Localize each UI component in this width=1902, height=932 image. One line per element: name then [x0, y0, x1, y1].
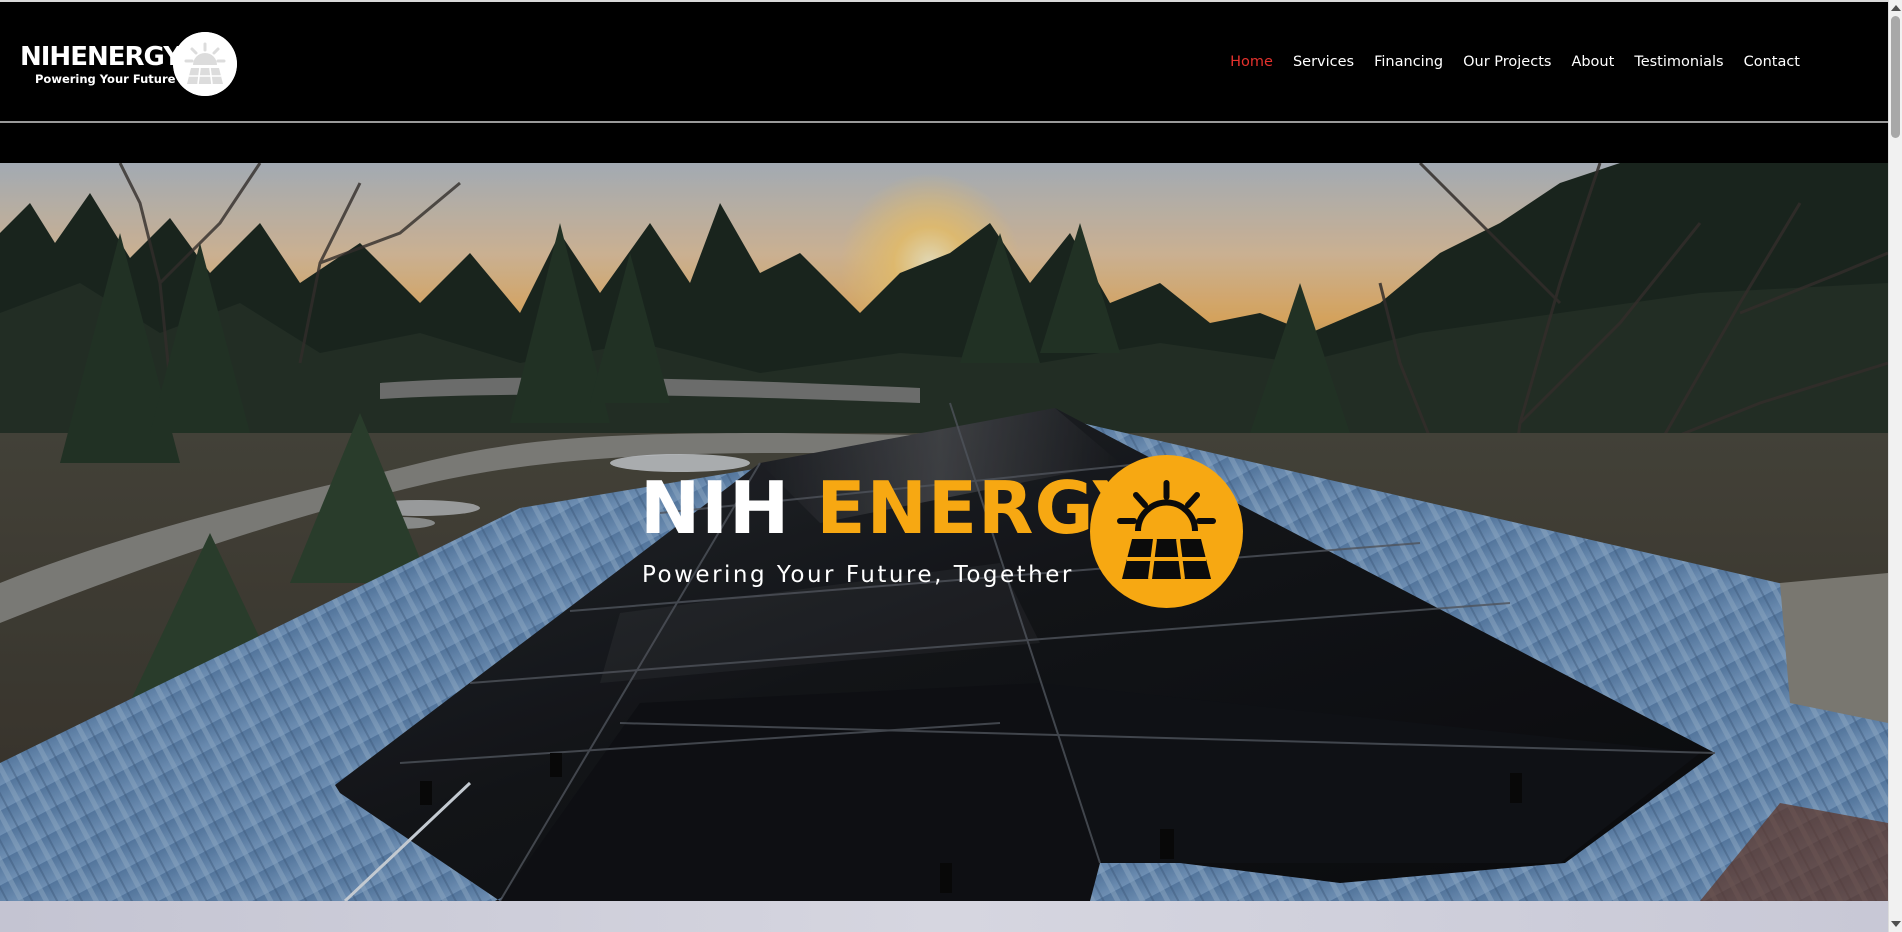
nav-item-about[interactable]: About — [1571, 52, 1614, 72]
page: NIHENERGY Powering Your Future Home Serv… — [0, 0, 1902, 932]
header-divider — [0, 121, 1888, 123]
nav-item-services[interactable]: Services — [1293, 52, 1354, 72]
nav-item-our-projects[interactable]: Our Projects — [1463, 52, 1551, 72]
logo-wordmark: NIHENERGY — [20, 42, 182, 72]
nav-item-home[interactable]: Home — [1230, 52, 1273, 72]
nav-item-contact[interactable]: Contact — [1744, 52, 1800, 72]
nav-item-testimonials[interactable]: Testimonials — [1634, 52, 1723, 72]
hero-subtitle: Powering Your Future, Together — [642, 562, 1074, 588]
sun-solar-panel-icon — [173, 32, 237, 96]
site-header: NIHENERGY Powering Your Future Home Serv… — [0, 2, 1888, 122]
sun-solar-panel-icon — [1090, 455, 1243, 608]
hero-title: NIH ENERGY — [640, 468, 1146, 548]
nav-item-financing[interactable]: Financing — [1374, 52, 1443, 72]
logo-tagline: Powering Your Future — [35, 72, 176, 86]
scroll-up-arrow-icon[interactable] — [1891, 5, 1901, 11]
hero-section: NIH ENERGY Powering Your Future, Togethe… — [0, 163, 1888, 901]
scroll-thumb[interactable] — [1891, 16, 1900, 138]
scroll-down-arrow-icon[interactable] — [1891, 921, 1901, 927]
site-logo[interactable]: NIHENERGY Powering Your Future — [20, 32, 240, 96]
next-section-band — [0, 901, 1888, 932]
page-scrollbar[interactable] — [1888, 0, 1902, 932]
main-nav: Home Services Financing Our Projects Abo… — [1230, 52, 1800, 72]
hero-title-nih: NIH — [640, 466, 791, 550]
